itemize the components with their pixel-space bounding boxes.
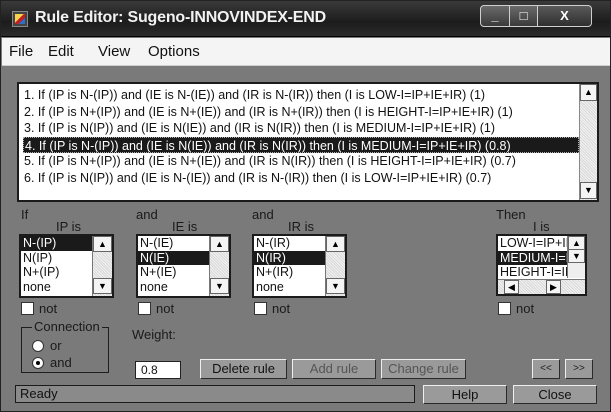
ie-not-checkbox[interactable]: not [138,301,174,316]
status-bar: Ready [15,385,415,403]
i-scrollbar[interactable]: ▲ ▼ [567,236,585,278]
not-label: not [272,301,291,316]
window-title: Rule Editor: Sugeno-INNOVINDEX-END [35,9,326,26]
ie-option[interactable]: N+(IE) [138,265,210,280]
close-window-button[interactable]: X [538,5,592,27]
change-rule-button[interactable]: Change rule [381,359,466,379]
checkbox-icon[interactable] [138,302,151,315]
scroll-down-icon[interactable]: ▼ [210,278,229,294]
and-label-2: and [252,207,274,222]
scroll-down-icon[interactable]: ▼ [326,278,345,294]
checkbox-icon[interactable] [254,302,267,315]
scroll-down-icon[interactable]: ▼ [93,278,112,294]
ir-not-checkbox[interactable]: not [254,301,290,316]
ip-option[interactable]: none [21,280,93,295]
and-label-1: and [136,207,158,222]
i-horizontal-scrollbar[interactable]: ◀ ▶ [498,279,585,294]
ir-option[interactable]: N-(IR) [254,236,326,251]
ir-scrollbar[interactable]: ▲ ▼ [325,236,345,296]
weight-input[interactable]: 0.8 [135,361,181,379]
and-label: and [50,355,72,370]
ir-is-label: IR is [288,219,314,234]
scroll-up-icon[interactable]: ▲ [93,236,112,252]
rules-scrollbar[interactable]: ▲ ▼ [579,84,597,200]
rule-item-5[interactable]: 5. If (IP is N+(IP)) and (IE is N+(IE)) … [23,153,579,170]
ir-option[interactable]: none [254,280,326,295]
i-option[interactable]: HEIGHT-I=IP+IE [498,265,568,280]
rule-item-2[interactable]: 2. If (IP is N+(IP)) and (IE is N+(IE)) … [23,104,579,121]
matlab-app-icon [12,11,28,27]
menu-options[interactable]: Options [148,43,200,60]
scroll-right-icon[interactable]: ▶ [546,280,561,294]
rule-item-6[interactable]: 6. If (IP is N(IP)) and (IE is N-(IE)) a… [23,170,579,187]
not-label: not [156,301,175,316]
checkbox-icon[interactable] [498,302,511,315]
scroll-down-icon[interactable]: ▼ [568,249,585,263]
delete-rule-button[interactable]: Delete rule [200,359,287,379]
ie-is-label: IE is [172,219,198,234]
menu-view[interactable]: View [98,43,130,60]
ip-option[interactable]: N+(IP) [21,265,93,280]
i-is-label: I is [533,219,550,234]
close-button[interactable]: Close [513,385,597,404]
ie-listbox[interactable]: N-(IE) N(IE) N+(IE) none ▲ ▼ [136,234,231,298]
next-button[interactable]: >> [565,359,593,379]
i-option[interactable]: MEDIUM-I=IP+IE [498,250,568,265]
not-label: not [516,301,535,316]
rule-editor-window: Rule Editor: Sugeno-INNOVINDEX-END _ □ X… [0,0,611,412]
or-radio[interactable]: or [32,338,62,353]
rule-item-4-selected[interactable]: 4. If (IP is N-(IP)) and (IE is N(IE)) a… [23,136,579,153]
if-label: If [21,207,29,222]
not-label: not [39,301,58,316]
ip-option[interactable]: N-(IP) [21,236,93,251]
ie-option[interactable]: N(IE) [138,250,210,265]
and-radio[interactable]: and [32,355,72,370]
ip-not-checkbox[interactable]: not [21,301,57,316]
checkbox-icon[interactable] [21,302,34,315]
ip-option[interactable]: N(IP) [21,251,93,266]
weight-label: Weight: [132,327,176,342]
menu-edit[interactable]: Edit [48,43,74,60]
rules-listbox[interactable]: 1. If (IP is N-(IP)) and (IE is N-(IE)) … [17,82,599,202]
radio-icon[interactable] [32,340,44,352]
ip-listbox[interactable]: N-(IP) N(IP) N+(IP) none ▲ ▼ [19,234,114,298]
rule-item-1[interactable]: 1. If (IP is N-(IP)) and (IE is N-(IE)) … [23,87,579,104]
scroll-up-icon[interactable]: ▲ [210,236,229,252]
ie-option[interactable]: N-(IE) [138,236,210,251]
title-bar: Rule Editor: Sugeno-INNOVINDEX-END _ □ X [1,1,610,37]
radio-selected-icon[interactable] [32,357,44,369]
menu-bar: File Edit View Options [2,38,610,66]
scroll-left-icon[interactable]: ◀ [504,280,519,294]
rules-list: 1. If (IP is N-(IP)) and (IE is N-(IE)) … [23,87,579,186]
help-button[interactable]: Help [423,385,507,404]
menu-file[interactable]: File [9,43,33,60]
minimize-button[interactable]: _ [480,5,510,27]
ip-is-label: IP is [56,219,82,234]
connection-title: Connection [32,319,102,334]
ie-scrollbar[interactable]: ▲ ▼ [209,236,229,296]
ir-listbox[interactable]: N-(IR) N(IR) N+(IR) none ▲ ▼ [252,234,347,298]
scroll-up-icon[interactable]: ▲ [568,236,585,250]
ie-option[interactable]: none [138,280,210,295]
then-label: Then [496,207,526,222]
ip-scrollbar[interactable]: ▲ ▼ [92,236,112,296]
i-listbox[interactable]: LOW-I=IP+IE MEDIUM-I=IP+IE HEIGHT-I=IP+I… [496,234,587,296]
rule-item-3[interactable]: 3. If (IP is N(IP)) and (IE is N(IE)) an… [23,120,579,137]
ir-option[interactable]: N+(IR) [254,265,326,280]
i-option[interactable]: LOW-I=IP+IE [498,236,568,251]
scroll-up-icon[interactable]: ▲ [326,236,345,252]
ir-option[interactable]: N(IR) [254,250,326,265]
scroll-up-icon[interactable]: ▲ [580,84,597,101]
prev-button[interactable]: << [532,359,560,379]
connection-group: Connection or and [21,319,109,373]
or-label: or [50,338,62,353]
scroll-down-icon[interactable]: ▼ [580,182,597,199]
add-rule-button[interactable]: Add rule [292,359,376,379]
i-not-checkbox[interactable]: not [498,301,534,316]
maximize-button[interactable]: □ [510,5,538,27]
